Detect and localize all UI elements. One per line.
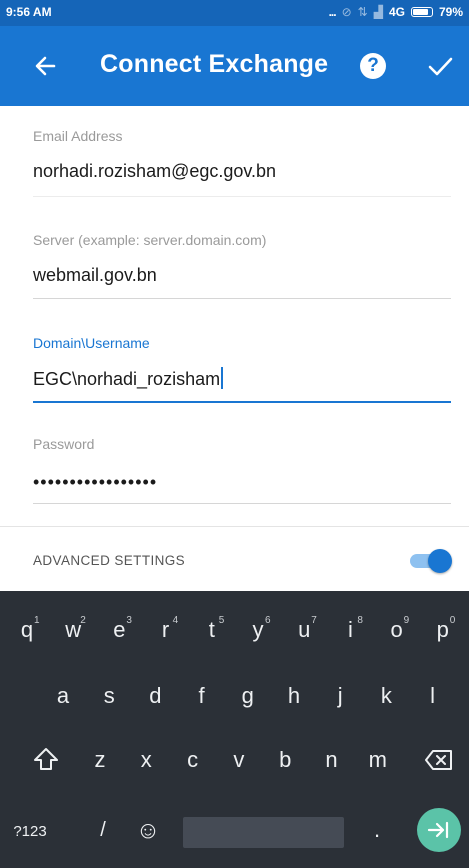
emoji-icon[interactable]: ☺ — [131, 817, 165, 845]
email-field[interactable]: Email Address norhadi.rozisham@egc.gov.b… — [33, 128, 451, 200]
status-bar: 9:56 AM ... ⊘ ⇅ ▟ 4G 79% — [0, 0, 469, 26]
key-u[interactable]: u7 — [287, 615, 321, 643]
server-label: Server (example: server.domain.com) — [33, 232, 267, 248]
soft-keyboard: q1w2e3r4t5y6u7i8o9p0 asdfghjkl zxcvbnm ?… — [0, 591, 469, 868]
check-icon[interactable] — [424, 50, 456, 82]
key-n[interactable]: n — [315, 747, 349, 773]
password-underline — [33, 503, 451, 504]
key-j[interactable]: j — [323, 683, 357, 709]
text-caret — [221, 367, 224, 389]
period-key[interactable]: . — [360, 817, 394, 843]
username-input[interactable]: EGC\norhadi_rozisham — [33, 367, 451, 390]
advanced-settings-label: ADVANCED SETTINGS — [33, 553, 186, 568]
key-label: u — [298, 617, 311, 642]
key-number-hint: 1 — [34, 615, 40, 626]
key-s[interactable]: s — [92, 683, 126, 709]
key-w[interactable]: w2 — [56, 615, 90, 643]
key-label: p — [436, 617, 449, 642]
key-label: t — [208, 617, 215, 642]
key-label: y — [252, 617, 264, 642]
key-label: e — [113, 617, 126, 642]
backspace-icon[interactable] — [424, 749, 454, 771]
key-number-hint: 6 — [265, 615, 271, 626]
key-label: r — [161, 617, 170, 642]
username-label: Domain\Username — [33, 335, 150, 351]
battery-icon — [410, 7, 433, 17]
key-y[interactable]: y6 — [241, 615, 275, 643]
key-b[interactable]: b — [268, 747, 302, 773]
network-type: 4G — [388, 5, 405, 19]
key-q[interactable]: q1 — [10, 615, 44, 643]
key-l[interactable]: l — [416, 683, 450, 709]
key-k[interactable]: k — [369, 683, 403, 709]
key-number-hint: 4 — [172, 615, 179, 626]
key-number-hint: 7 — [311, 615, 317, 626]
toggle-knob — [428, 549, 452, 573]
key-number-hint: 2 — [80, 615, 86, 626]
email-label: Email Address — [33, 128, 123, 144]
status-icons: ... ⊘ ⇅ ▟ 4G 79% — [329, 5, 463, 19]
key-h[interactable]: h — [277, 683, 311, 709]
key-label: i — [347, 617, 353, 642]
key-number-hint: 5 — [218, 615, 225, 626]
data-transfer-icon: ⇅ — [357, 5, 368, 19]
key-p[interactable]: p0 — [426, 615, 460, 643]
app-bar: Connect Exchange ? — [0, 26, 469, 106]
username-underline — [33, 401, 451, 403]
server-field[interactable]: Server (example: server.domain.com) webm… — [33, 232, 451, 302]
username-value: EGC\norhadi_rozisham — [33, 369, 221, 389]
enter-key[interactable] — [417, 808, 461, 852]
key-m[interactable]: m — [361, 747, 395, 773]
key-c[interactable]: c — [176, 747, 210, 773]
key-z[interactable]: z — [83, 747, 117, 773]
key-g[interactable]: g — [231, 683, 265, 709]
key-label: o — [390, 617, 403, 642]
server-value: webmail.gov.bn — [33, 265, 157, 285]
key-e[interactable]: e3 — [102, 615, 136, 643]
key-a[interactable]: a — [46, 683, 80, 709]
advanced-settings-toggle[interactable] — [408, 547, 452, 575]
email-underline — [33, 196, 451, 197]
signal-icon: ▟ — [373, 5, 383, 19]
password-value: ••••••••••••••••• — [33, 472, 158, 492]
alarm-icon: ⊘ — [341, 5, 352, 19]
key-d[interactable]: d — [138, 683, 172, 709]
notification-dots: ... — [328, 5, 337, 19]
battery-level: 79% — [438, 5, 463, 19]
page-title: Connect Exchange — [100, 50, 329, 78]
server-underline — [33, 298, 451, 299]
key-v[interactable]: v — [222, 747, 256, 773]
key-number-hint: 0 — [449, 615, 456, 626]
key-r[interactable]: r4 — [149, 615, 183, 643]
key-o[interactable]: o9 — [380, 615, 414, 643]
key-t[interactable]: t5 — [195, 615, 229, 643]
section-divider — [0, 526, 469, 527]
key-i[interactable]: i8 — [333, 615, 367, 643]
symbols-key[interactable]: ?123 — [8, 823, 52, 840]
help-circle-icon[interactable]: ? — [360, 53, 386, 79]
key-number-hint: 3 — [126, 615, 132, 626]
key-label: q — [20, 617, 34, 642]
shift-icon[interactable] — [32, 745, 60, 773]
password-label: Password — [33, 436, 95, 452]
arrow-left-icon[interactable] — [28, 48, 64, 84]
email-value: norhadi.rozisham@egc.gov.bn — [33, 161, 277, 181]
key-number-hint: 9 — [403, 615, 410, 626]
key-label: w — [65, 617, 82, 642]
password-field[interactable]: Password ••••••••••••••••• — [33, 436, 451, 508]
key-f[interactable]: f — [185, 683, 219, 709]
status-time: 9:56 AM — [6, 5, 52, 19]
key-number-hint: 8 — [357, 615, 363, 626]
key-x[interactable]: x — [129, 747, 163, 773]
next-arrow-icon — [427, 821, 449, 839]
space-key[interactable] — [183, 817, 344, 848]
slash-key[interactable]: / — [86, 819, 120, 842]
username-field[interactable]: Domain\Username EGC\norhadi_rozisham — [33, 335, 451, 407]
